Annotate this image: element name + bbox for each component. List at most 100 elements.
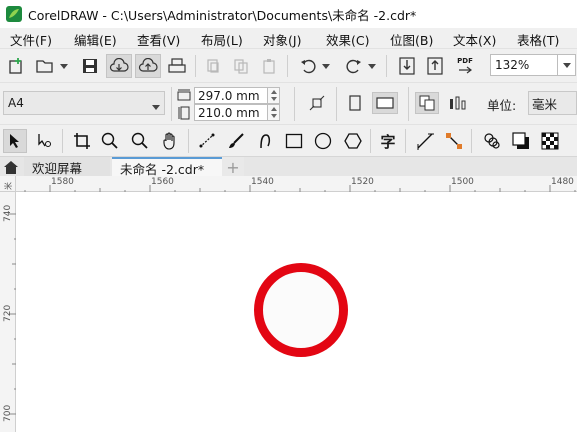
ruler-ticks: [24, 185, 576, 192]
home-icon[interactable]: [3, 159, 19, 175]
menu-layout[interactable]: 布局(L): [201, 30, 243, 49]
ruler-unit-label: 米: [4, 182, 13, 190]
redo-icon[interactable]: [343, 57, 365, 75]
vertical-ruler[interactable]: 740 720 700: [0, 192, 16, 432]
zoom-level-input[interactable]: 132%: [490, 54, 558, 76]
title-bar: CorelDRAW - C:\Users\Administrator\Docum…: [0, 0, 577, 28]
page-width-spinner[interactable]: [268, 87, 280, 104]
redo-dropdown-arrow-icon[interactable]: [367, 61, 377, 71]
chevron-down-icon: [152, 99, 160, 113]
menu-edit[interactable]: 编辑(E): [74, 30, 117, 49]
connector-tool-icon[interactable]: [442, 130, 466, 152]
open-folder-button[interactable]: [34, 57, 56, 75]
page-height-value: 210.0 mm: [198, 105, 260, 120]
zoom-out-icon[interactable]: [128, 130, 152, 152]
copy-icon[interactable]: [231, 57, 251, 75]
toolbar-separator: [336, 87, 337, 121]
pick-tool-icon[interactable]: [3, 129, 27, 153]
red-circle-shape[interactable]: [254, 263, 348, 357]
parallel-dimension-icon[interactable]: [413, 130, 437, 152]
artistic-media-brush-icon[interactable]: [224, 130, 248, 152]
ellipse-tool-icon[interactable]: [311, 130, 335, 152]
ruler-label: 740: [3, 204, 13, 222]
horizontal-ruler[interactable]: 1580 1560 1540 1520 1500 1480: [16, 176, 577, 192]
crop-tool-icon[interactable]: [70, 130, 94, 152]
toolbar-separator: [386, 55, 387, 77]
menu-view[interactable]: 查看(V): [137, 30, 180, 49]
open-dropdown-arrow-icon[interactable]: [59, 61, 69, 71]
portrait-orientation-icon[interactable]: [345, 93, 365, 113]
blend-tool-icon[interactable]: [480, 130, 504, 152]
drop-shadow-icon[interactable]: [509, 130, 533, 152]
new-document-button[interactable]: [6, 57, 26, 75]
menu-bar: 文件(F) 编辑(E) 查看(V) 布局(L) 对象(J) 效果(C) 位图(B…: [0, 28, 577, 48]
toolbar-separator: [405, 129, 406, 153]
ruler-corner[interactable]: 米: [0, 176, 16, 192]
ruler-label: 1480: [551, 177, 574, 187]
import-icon[interactable]: [396, 56, 418, 76]
menu-effects[interactable]: 效果(C): [326, 30, 369, 49]
tab-welcome-screen[interactable]: 欢迎屏幕: [24, 157, 110, 177]
ruler-label: 1500: [451, 177, 474, 187]
drawing-canvas[interactable]: [17, 193, 577, 432]
zoom-tool-icon[interactable]: [98, 130, 122, 152]
ruler-label: 1560: [151, 177, 174, 187]
cloud-upload-button[interactable]: [135, 54, 161, 78]
toolbar-separator: [471, 129, 472, 153]
window-title: CorelDRAW - C:\Users\Administrator\Docum…: [28, 7, 417, 23]
ruler-label: 1540: [251, 177, 274, 187]
print-icon[interactable]: [167, 57, 187, 75]
toolbar-separator: [408, 87, 409, 121]
page-size-select[interactable]: A4: [3, 91, 165, 115]
paste-icon[interactable]: [259, 57, 279, 75]
publish-pdf-button[interactable]: PDF: [453, 55, 477, 77]
toolbox: 字: [0, 124, 577, 156]
toolbar-separator: [62, 129, 63, 153]
pdf-label: PDF: [457, 57, 473, 65]
menu-file[interactable]: 文件(F): [10, 30, 52, 49]
undo-icon[interactable]: [297, 57, 319, 75]
menu-table[interactable]: 表格(T): [517, 30, 559, 49]
cloud-download-button[interactable]: [106, 54, 132, 78]
ruler-label: 1520: [351, 177, 374, 187]
landscape-orientation-button[interactable]: [372, 92, 398, 114]
dimension-tool-icon[interactable]: [306, 93, 328, 113]
page-height-input[interactable]: 210.0 mm: [194, 104, 268, 121]
save-icon[interactable]: [80, 57, 100, 75]
shape-tool-icon[interactable]: [33, 130, 57, 152]
toolbar-separator: [370, 129, 371, 153]
rectangle-tool-icon[interactable]: [282, 130, 306, 152]
current-page-icon[interactable]: [446, 93, 470, 113]
transparency-tool-icon[interactable]: [538, 130, 562, 152]
units-select[interactable]: 毫米: [528, 91, 577, 115]
page-size-value: A4: [8, 96, 24, 110]
toolbar-separator: [294, 87, 295, 121]
menu-bitmaps[interactable]: 位图(B): [390, 30, 433, 49]
ruler-label: 1580: [51, 177, 74, 187]
cut-icon[interactable]: [203, 57, 223, 75]
bezier-tool-icon[interactable]: [254, 130, 278, 152]
text-tool-icon[interactable]: 字: [376, 130, 400, 152]
new-tab-button[interactable]: +: [222, 157, 244, 177]
toolbar-separator: [287, 55, 288, 77]
export-icon[interactable]: [424, 56, 446, 76]
zoom-dropdown-button[interactable]: [558, 54, 576, 76]
toolbar-separator: [171, 87, 172, 121]
undo-dropdown-arrow-icon[interactable]: [321, 61, 331, 71]
polygon-tool-icon[interactable]: [341, 130, 365, 152]
pan-hand-icon[interactable]: [158, 130, 182, 152]
menu-object[interactable]: 对象(J): [263, 30, 301, 49]
menu-text[interactable]: 文本(X): [453, 30, 496, 49]
page-width-icon: [176, 87, 192, 103]
ruler-label: 700: [3, 404, 13, 422]
all-pages-icon[interactable]: [415, 92, 439, 114]
page-height-spinner[interactable]: [268, 104, 280, 121]
page-width-input[interactable]: 297.0 mm: [194, 87, 268, 104]
units-value: 毫米: [532, 96, 558, 112]
freehand-tool-icon[interactable]: [195, 130, 219, 152]
ruler-label: 720: [3, 304, 13, 322]
tab-document[interactable]: 未命名 -2.cdr*: [112, 157, 222, 177]
page-width-value: 297.0 mm: [198, 88, 260, 103]
property-bar: A4 297.0 mm 210.0 mm 单位: 毫米: [0, 82, 577, 124]
units-label: 单位:: [487, 98, 517, 113]
